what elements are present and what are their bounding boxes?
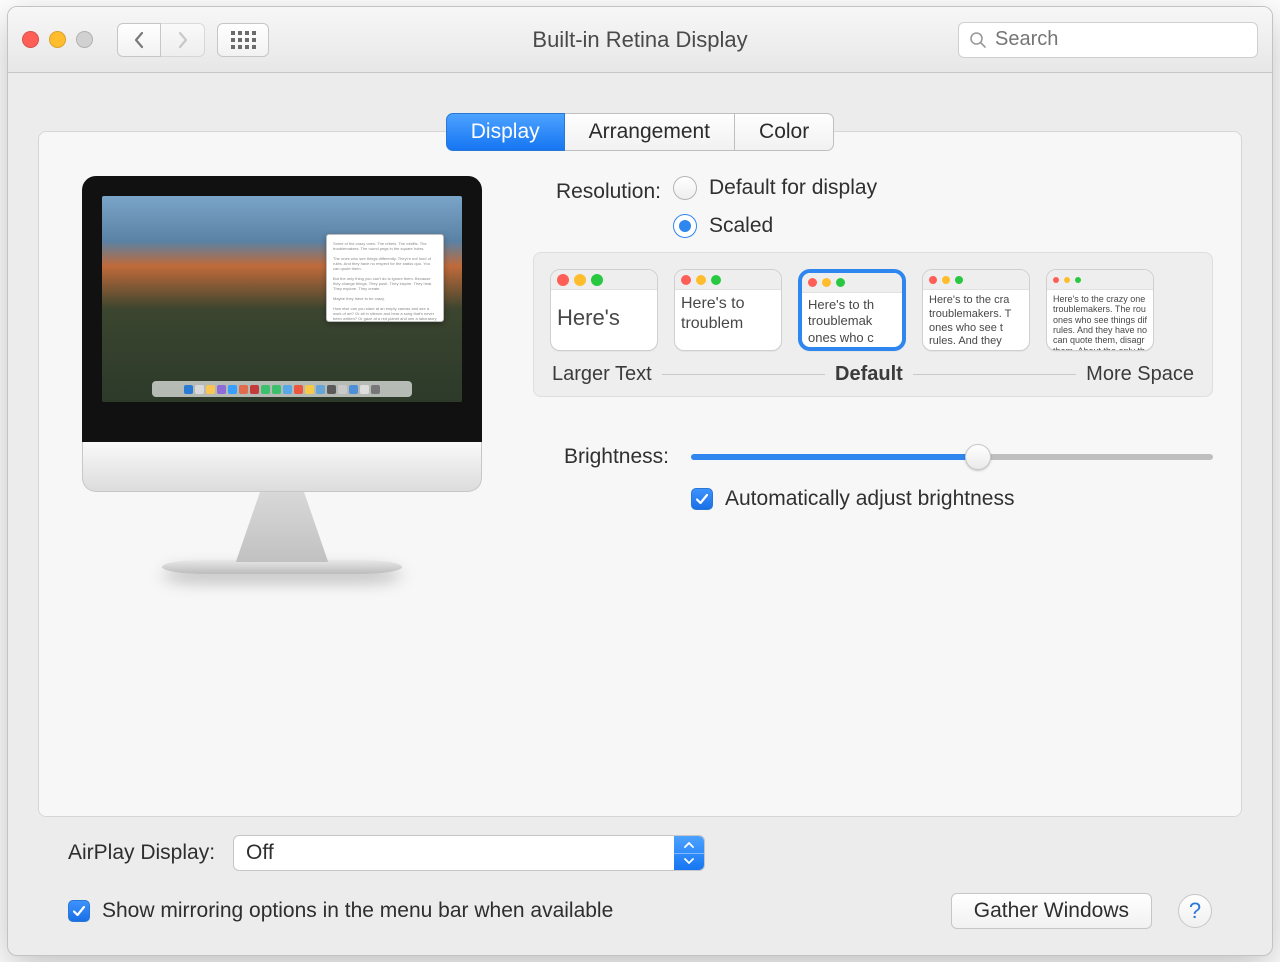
airplay-value: Off [246, 841, 674, 865]
search-field[interactable] [958, 22, 1258, 58]
resolution-scaled-label: Scaled [709, 214, 773, 238]
resolution-label: Resolution: [533, 176, 673, 204]
search-input[interactable] [993, 27, 1247, 52]
grid-icon [231, 31, 256, 49]
select-stepper-icon[interactable] [674, 836, 704, 870]
minimize-icon[interactable] [49, 31, 66, 48]
close-icon[interactable] [22, 31, 39, 48]
help-icon: ? [1189, 898, 1201, 924]
scale-option-5[interactable]: Here's to the crazy one troublemakers. T… [1046, 269, 1154, 351]
airplay-select[interactable]: Off [233, 835, 705, 871]
tab-display[interactable]: Display [446, 113, 565, 151]
auto-brightness-row[interactable]: Automatically adjust brightness [691, 487, 1213, 511]
brightness-slider[interactable] [691, 445, 1213, 469]
brightness-row: Brightness: [533, 445, 1213, 469]
help-button[interactable]: ? [1178, 894, 1212, 928]
scale-option-preview: Here's [551, 290, 657, 350]
resolution-scaled-radio[interactable]: Scaled [673, 214, 877, 238]
scale-legend-left: Larger Text [552, 363, 652, 386]
chevron-up-icon [684, 841, 694, 848]
checkmark-icon [695, 492, 709, 506]
resolution-default-radio[interactable]: Default for display [673, 176, 877, 200]
display-panel: Some of the crazy ones. The rebels. The … [38, 131, 1242, 817]
display-preview: Some of the crazy ones. The rebels. The … [82, 176, 482, 574]
preview-column: Some of the crazy ones. The rebels. The … [67, 176, 497, 788]
checkbox-icon[interactable] [68, 900, 90, 922]
radio-icon [673, 214, 697, 238]
slider-fill [691, 454, 978, 460]
gather-windows-button[interactable]: Gather Windows [951, 893, 1152, 929]
scale-option-preview: Here's to th troublemak ones who c [802, 293, 902, 347]
slider-knob-icon[interactable] [965, 444, 991, 470]
scale-option-1[interactable]: Here's [550, 269, 658, 351]
tabs: Display Arrangement Color [446, 113, 834, 151]
radio-icon [673, 176, 697, 200]
search-icon [969, 31, 987, 49]
airplay-label: AirPlay Display: [68, 841, 215, 865]
dock-icon [152, 381, 412, 397]
scale-option-4[interactable]: Here's to the cra troublemakers. T ones … [922, 269, 1030, 351]
mirroring-label: Show mirroring options in the menu bar w… [102, 899, 613, 923]
checkbox-icon[interactable] [691, 488, 713, 510]
window-controls [22, 31, 93, 48]
tab-arrangement[interactable]: Arrangement [565, 113, 735, 151]
tab-color[interactable]: Color [735, 113, 834, 151]
back-button[interactable] [117, 23, 161, 57]
settings-column: Resolution: Default for display Scaled [533, 176, 1213, 788]
scale-option-preview: Here's to the crazy one troublemakers. T… [1047, 290, 1153, 350]
scale-legend-default: Default [835, 363, 903, 386]
scale-option-3[interactable]: Here's to th troublemak ones who c [798, 269, 906, 351]
chevron-left-icon [132, 31, 146, 49]
gather-windows-label: Gather Windows [974, 899, 1129, 923]
titlebar: Built-in Retina Display [8, 7, 1272, 73]
scale-legend: Larger Text Default More Space [550, 357, 1196, 386]
checkmark-icon [72, 904, 86, 918]
resolution-default-label: Default for display [709, 176, 877, 200]
chevron-right-icon [176, 31, 190, 49]
scale-option-2[interactable]: Here's to troublem [674, 269, 782, 351]
scale-option-preview: Here's to troublem [675, 290, 781, 350]
footer: AirPlay Display: Off Show mirroring opti… [38, 817, 1242, 937]
brightness-label: Brightness: [533, 445, 669, 469]
resolution-row: Resolution: Default for display Scaled [533, 176, 1213, 238]
zoom-icon [76, 31, 93, 48]
forward-button[interactable] [161, 23, 205, 57]
content: Display Arrangement Color Some of the cr… [8, 73, 1272, 955]
scaled-options: Here's Here's to troublem Here's to th t… [533, 252, 1213, 397]
scale-option-preview: Here's to the cra troublemakers. T ones … [923, 290, 1029, 350]
prefs-window: Built-in Retina Display Display Arrangem… [7, 6, 1273, 956]
scale-legend-right: More Space [1086, 363, 1194, 386]
auto-brightness-label: Automatically adjust brightness [725, 487, 1014, 511]
show-all-button[interactable] [217, 23, 269, 57]
chevron-down-icon [684, 858, 694, 865]
preview-window-icon: Some of the crazy ones. The rebels. The … [326, 234, 444, 322]
nav-buttons [117, 23, 205, 57]
